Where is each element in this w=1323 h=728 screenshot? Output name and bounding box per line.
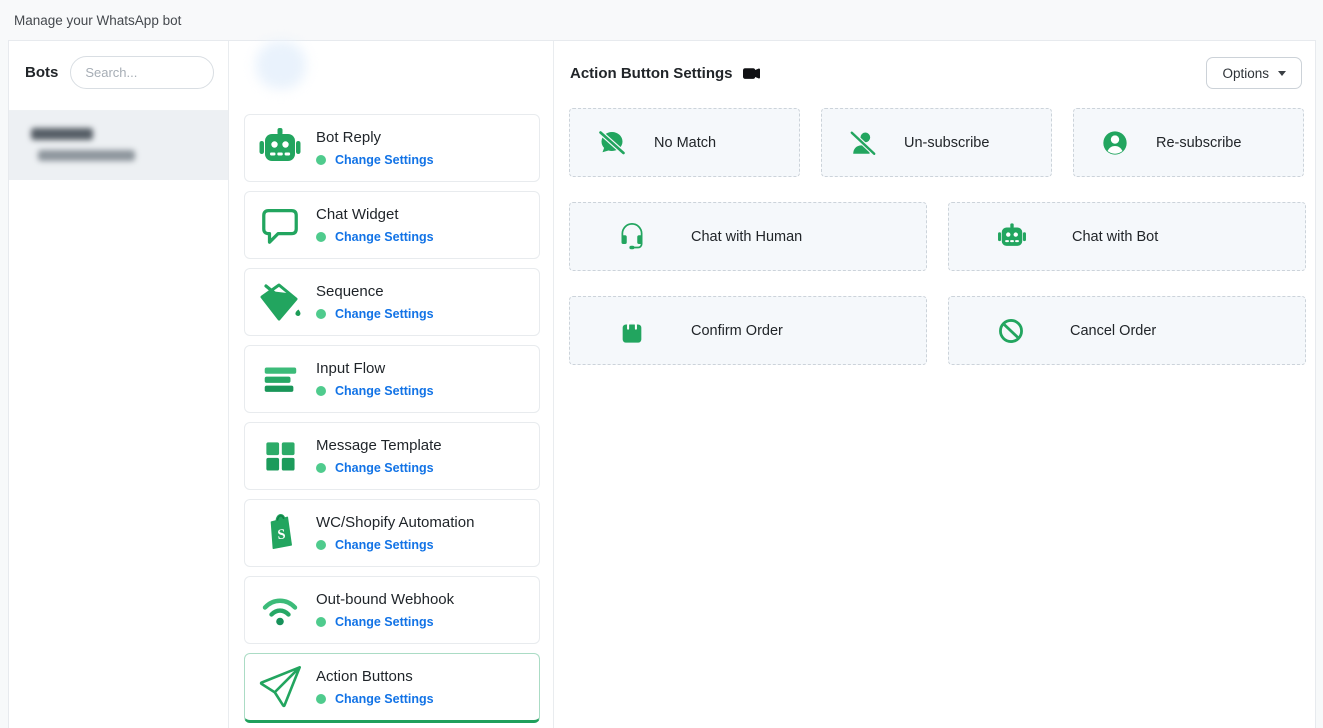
caret-down-icon [1278,71,1286,76]
status-dot [316,386,326,396]
feature-card-chat-widget[interactable]: Chat Widget Change Settings [244,191,540,259]
options-label: Options [1222,66,1269,81]
action-button-settings-panel: Action Button Settings Options [554,41,1315,728]
change-settings-link[interactable]: Change Settings [335,615,434,629]
options-button[interactable]: Options [1206,57,1302,89]
shopify-icon: S [256,512,304,554]
search-input[interactable] [70,56,214,89]
input-flow-icon [256,358,304,400]
action-button-label: Chat with Human [691,229,802,245]
action-button-label: Chat with Bot [1072,229,1158,245]
feature-card-shopify-automation[interactable]: S WC/Shopify Automation Change Settings [244,499,540,567]
change-settings-link[interactable]: Change Settings [335,153,434,167]
feature-list: Bot Reply Change Settings Chat Widget [244,114,540,723]
bot-name-redacted [31,128,93,140]
svg-text:S: S [277,526,286,543]
headset-icon [618,223,646,251]
feature-title: Out-bound Webhook [316,591,454,608]
action-button-label: Un-subscribe [904,135,989,151]
bot-icon [256,126,304,170]
page-title: Manage your WhatsApp bot [14,13,181,28]
change-settings-link[interactable]: Change Settings [335,461,434,475]
robot-icon [997,222,1027,252]
feature-card-input-flow[interactable]: Input Flow Change Settings [244,345,540,413]
bots-sidebar: Bots [9,41,229,728]
action-button-resubscribe[interactable]: Re-subscribe [1073,108,1304,177]
bot-list-item-selected[interactable] [9,110,228,180]
status-dot [316,540,326,550]
paint-bucket-icon [256,280,304,324]
action-button-no-match[interactable]: No Match [569,108,800,177]
status-dot [316,694,326,704]
panel-title: Action Button Settings [570,65,732,82]
send-icon [256,666,304,708]
bag-icon [618,317,646,345]
feature-title: Chat Widget [316,206,434,223]
action-buttons-row-1: No Match Un-subscribe [569,108,1302,177]
feature-card-message-template[interactable]: Message Template Change Settings [244,422,540,490]
feature-card-bot-reply[interactable]: Bot Reply Change Settings [244,114,540,182]
feature-card-action-buttons[interactable]: Action Buttons Change Settings [244,653,540,723]
action-button-label: No Match [654,135,716,151]
bots-header: Bots [9,41,228,103]
action-button-unsubscribe[interactable]: Un-subscribe [821,108,1052,177]
ban-icon [997,317,1025,345]
action-button-label: Cancel Order [1070,323,1156,339]
person-slash-icon [849,129,877,157]
action-button-label: Re-subscribe [1156,135,1241,151]
change-settings-link[interactable]: Change Settings [335,538,434,552]
feature-title: Message Template [316,437,442,454]
action-buttons-row-3: Confirm Order Cancel Order [569,296,1302,365]
status-dot [316,463,326,473]
content-shell: Bots [8,40,1316,728]
action-buttons-grid: No Match Un-subscribe [554,108,1315,365]
features-column: Bot Reply Change Settings Chat Widget [229,41,554,728]
topbar: Manage your WhatsApp bot [0,0,1323,40]
feature-title: Bot Reply [316,129,434,146]
person-circle-icon [1101,129,1129,157]
feature-title: Input Flow [316,360,434,377]
action-buttons-row-2: Chat with Human [569,202,1302,271]
chat-slash-icon [597,128,627,158]
status-dot [316,155,326,165]
bot-phone-redacted [38,150,135,161]
wifi-icon [256,588,304,632]
action-button-label: Confirm Order [691,323,783,339]
grid-icon [256,436,304,476]
action-button-chat-with-bot[interactable]: Chat with Bot [948,202,1306,271]
action-button-confirm-order[interactable]: Confirm Order [569,296,927,365]
change-settings-link[interactable]: Change Settings [335,384,434,398]
status-dot [316,232,326,242]
action-button-chat-with-human[interactable]: Chat with Human [569,202,927,271]
feature-card-sequence[interactable]: Sequence Change Settings [244,268,540,336]
feature-title: Action Buttons [316,668,434,685]
change-settings-link[interactable]: Change Settings [335,230,434,244]
blurred-image [256,41,306,89]
status-dot [316,617,326,627]
camera-video-icon[interactable] [743,65,760,82]
chat-widget-icon [256,204,304,246]
change-settings-link[interactable]: Change Settings [335,692,434,706]
status-dot [316,309,326,319]
panel-header: Action Button Settings Options [554,41,1315,89]
change-settings-link[interactable]: Change Settings [335,307,434,321]
action-button-cancel-order[interactable]: Cancel Order [948,296,1306,365]
feature-title: Sequence [316,283,434,300]
bots-title: Bots [25,64,58,81]
feature-title: WC/Shopify Automation [316,514,474,531]
feature-card-outbound-webhook[interactable]: Out-bound Webhook Change Settings [244,576,540,644]
